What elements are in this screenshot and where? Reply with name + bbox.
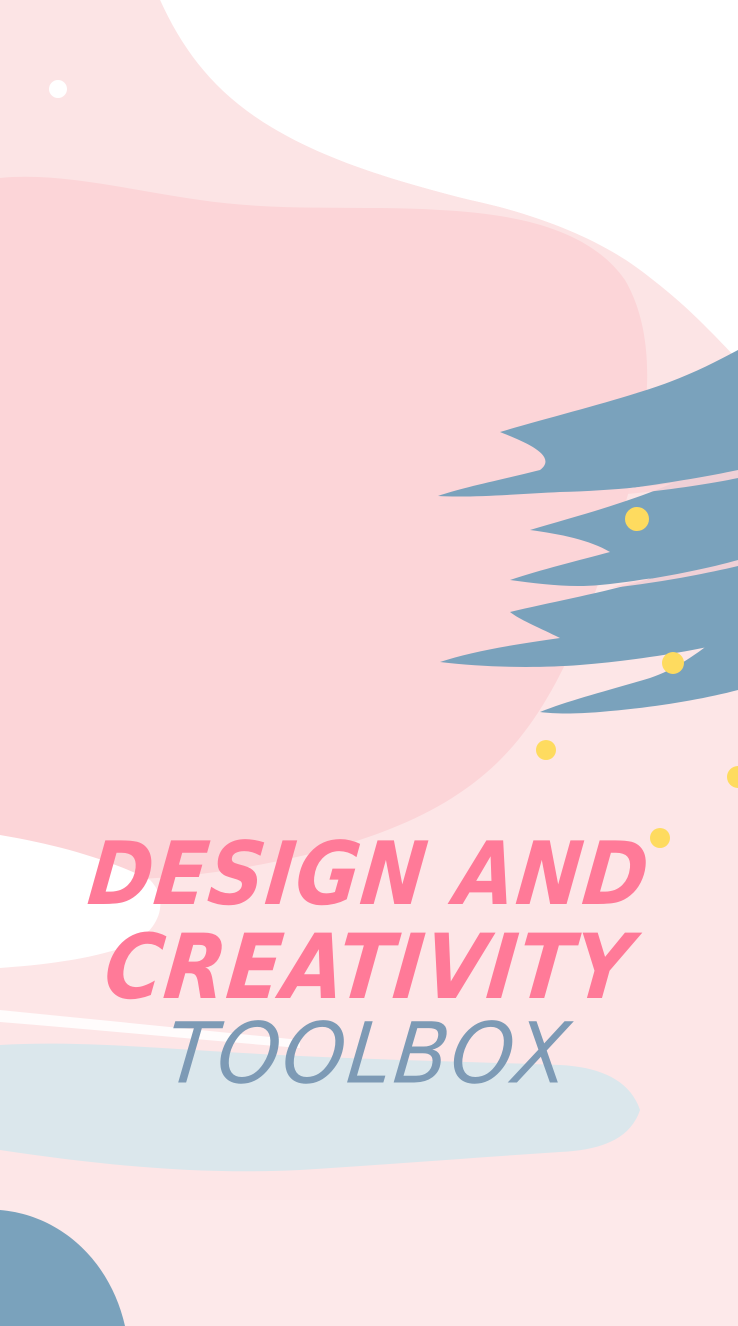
yellow-dot [536,740,556,760]
yellow-dot [625,507,649,531]
title-line-2: CREATIVITY [99,915,639,1020]
poster-canvas: DESIGN AND CREATIVITY TOOLBOX [0,0,738,1326]
white-dot [49,80,67,98]
title-block: DESIGN AND CREATIVITY TOOLBOX [0,825,738,1103]
background-artwork [0,0,738,1326]
title-line-3: TOOLBOX [161,1004,577,1103]
yellow-dot [662,652,684,674]
title-line-1: DESIGN AND [83,824,655,926]
